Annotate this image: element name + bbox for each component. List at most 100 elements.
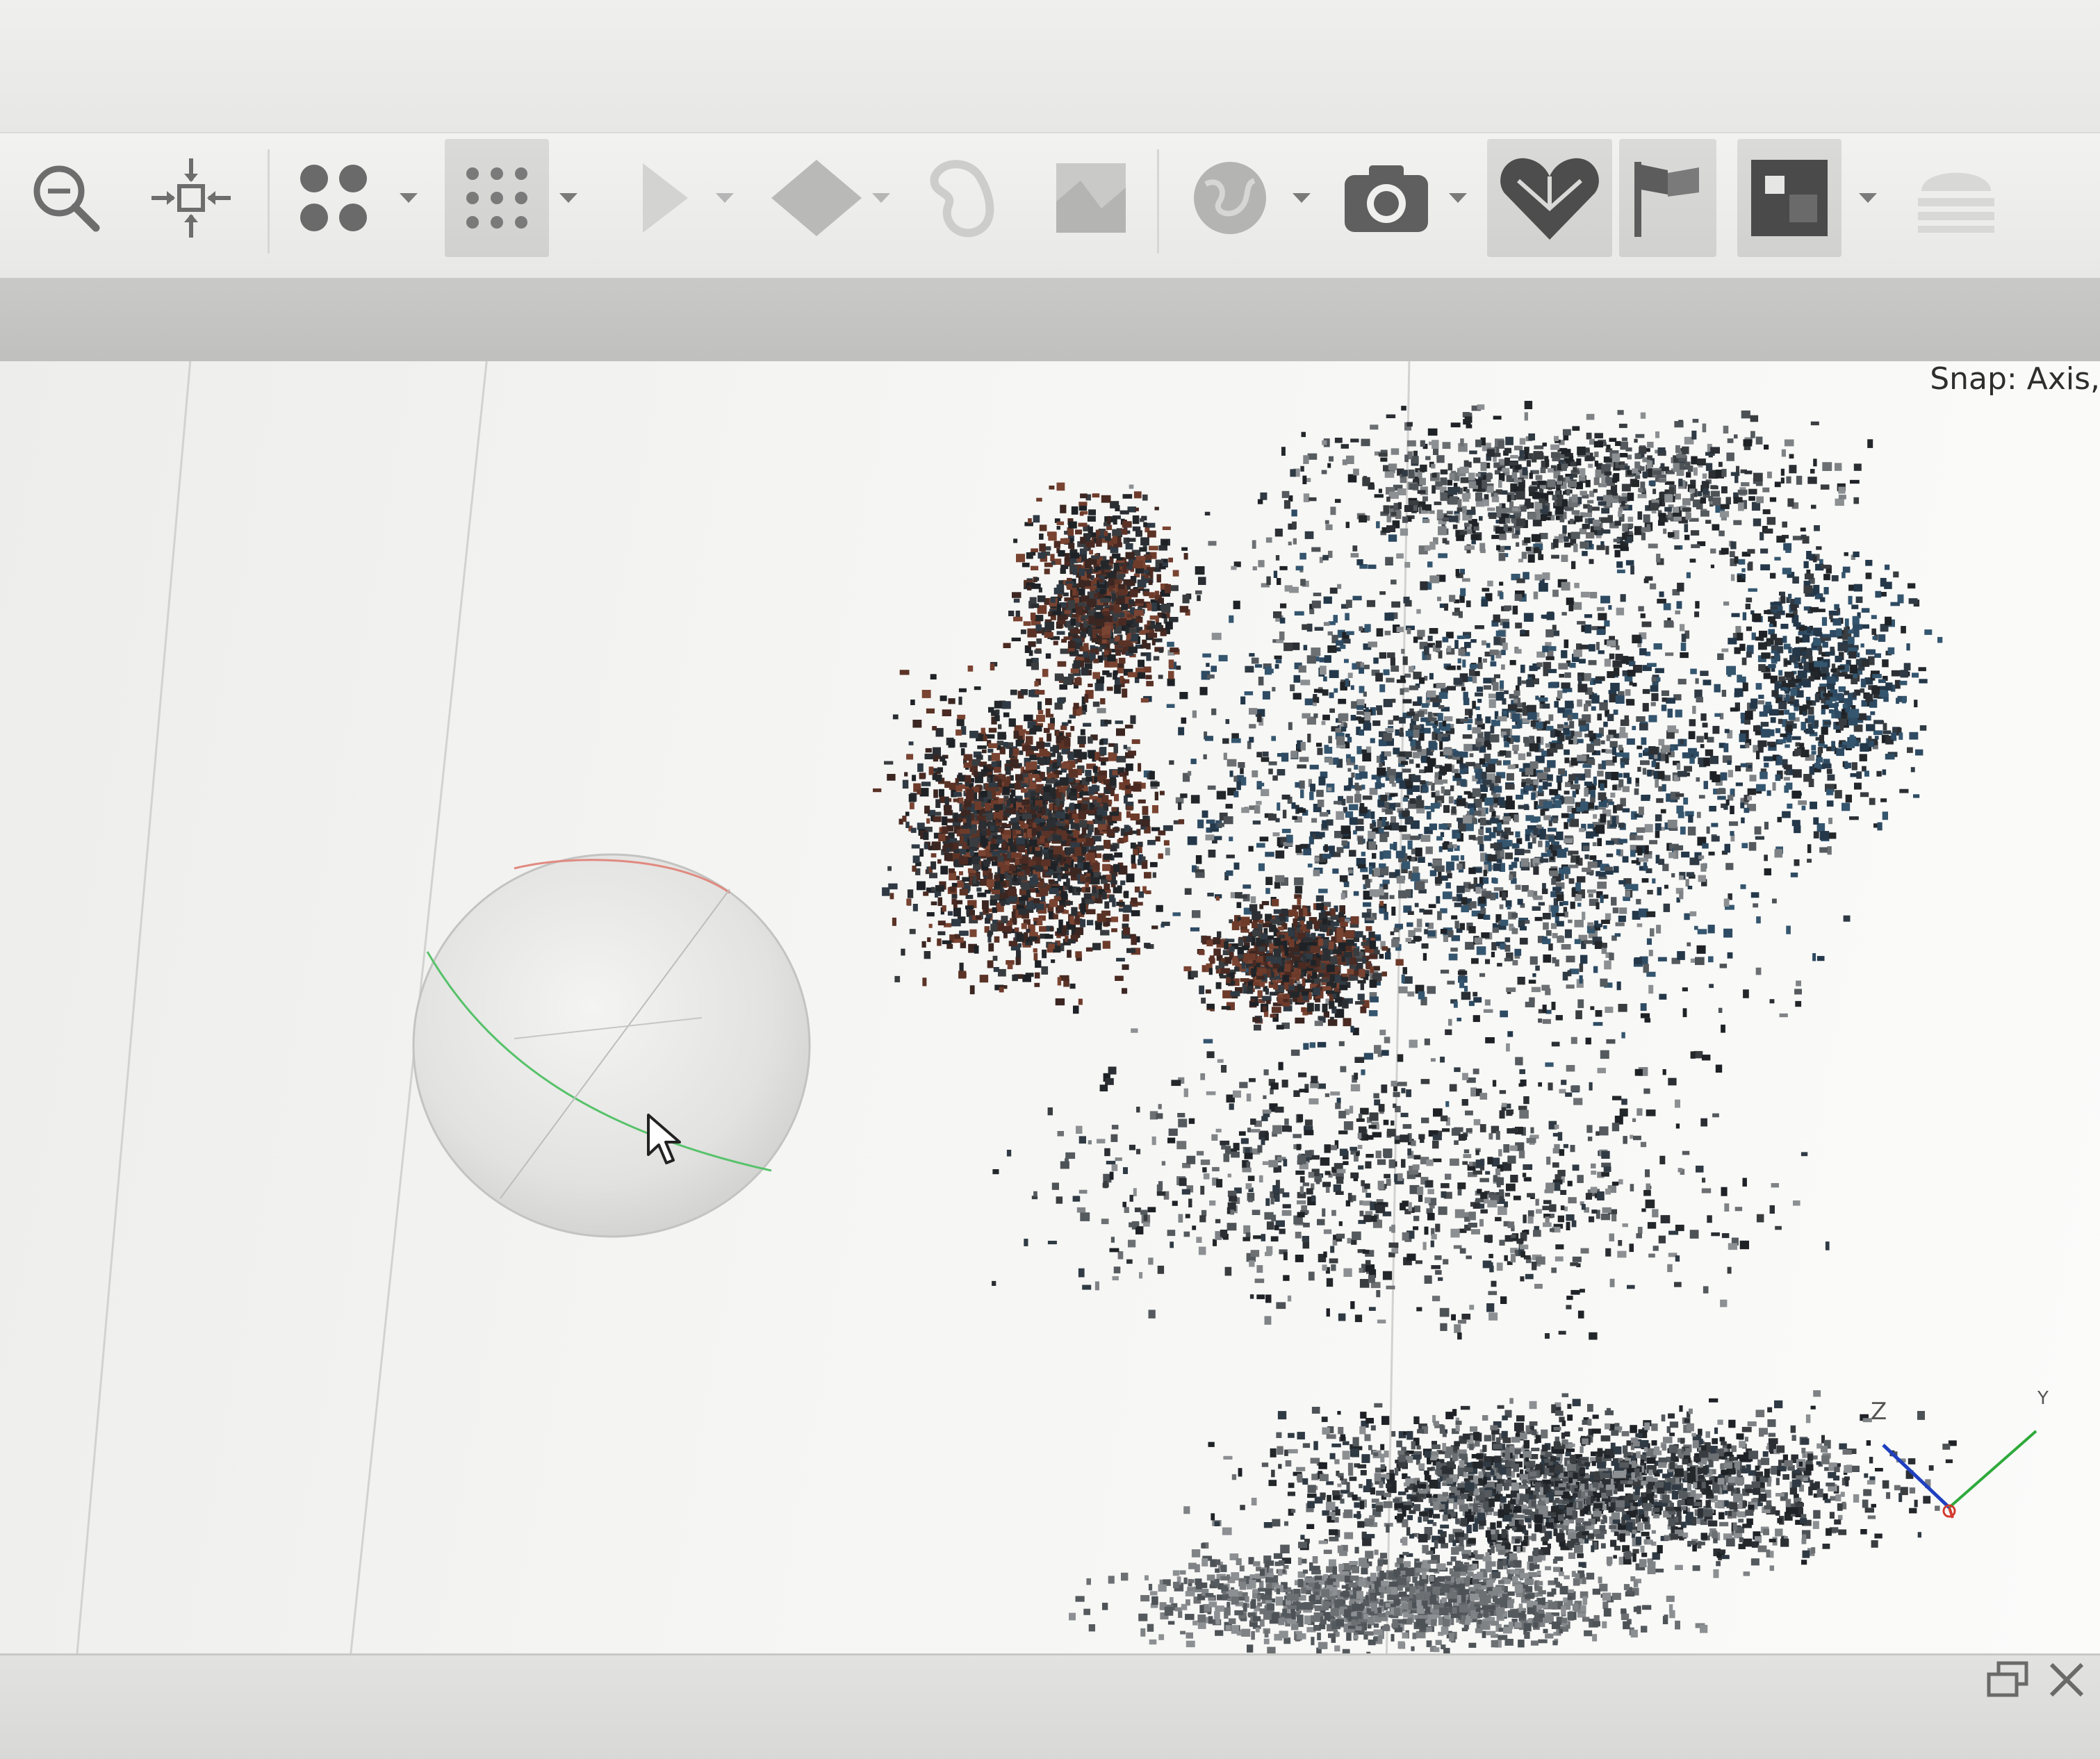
cloud-point <box>959 836 965 845</box>
cloud-point <box>1313 869 1320 877</box>
cloud-point <box>1420 755 1428 763</box>
cloud-point <box>1584 854 1589 859</box>
cloud-point <box>1475 886 1482 894</box>
cloud-point <box>1037 701 1042 711</box>
cloud-point <box>1461 686 1466 691</box>
cloud-point <box>1547 668 1557 673</box>
cloud-point <box>1233 862 1240 870</box>
cloud-point <box>1533 591 1539 600</box>
cloud-point <box>978 850 986 857</box>
cloud-point <box>1434 877 1443 884</box>
cloud-point <box>942 760 947 766</box>
cloud-point <box>1361 749 1367 754</box>
cloud-point <box>1511 713 1520 722</box>
cloud-point <box>1675 610 1680 615</box>
cloud-point <box>1130 842 1136 849</box>
cloud-point <box>951 893 958 899</box>
cloud-point <box>1696 945 1706 954</box>
cloud-point <box>1513 698 1518 703</box>
cloud-point <box>1794 825 1801 834</box>
cloud-point <box>1547 849 1551 857</box>
cloud-point <box>1108 752 1117 761</box>
cloud-point <box>1375 782 1381 789</box>
cloud-point <box>1256 713 1262 722</box>
cloud-point <box>1336 640 1344 646</box>
cloud-point <box>1490 843 1497 849</box>
cloud-point <box>1158 830 1166 836</box>
cloud-point <box>1577 738 1584 743</box>
cloud-point <box>1129 588 1138 597</box>
cloud-point <box>1017 798 1022 802</box>
cloud-point <box>1604 866 1613 871</box>
cloud-point <box>1057 977 1062 986</box>
cloud-point <box>1471 958 1479 964</box>
cloud-point <box>1369 889 1379 897</box>
cloud-point <box>1436 895 1441 904</box>
cloud-point <box>1151 805 1158 814</box>
cloud-point <box>1147 840 1156 845</box>
cloud-point <box>1566 955 1575 963</box>
cloud-point <box>1543 801 1552 809</box>
cloud-point <box>1734 765 1741 772</box>
cloud-point <box>1448 953 1458 961</box>
cloud-point <box>1700 863 1707 872</box>
cloud-point <box>1140 697 1149 703</box>
cloud-point <box>985 802 991 811</box>
cloud-point <box>1355 825 1364 832</box>
cloud-point <box>1683 798 1689 805</box>
cloud-point <box>1418 991 1425 1000</box>
cloud-point <box>1641 878 1649 883</box>
cloud-point <box>1606 735 1611 741</box>
cloud-point <box>1588 660 1597 666</box>
cloud-point <box>1292 642 1300 650</box>
cloud-point <box>1438 553 1447 559</box>
cloud-point <box>1630 845 1636 850</box>
cloud-point <box>1024 714 1033 722</box>
cloud-point <box>990 923 998 932</box>
cloud-point <box>1464 634 1470 639</box>
cloud-point <box>1365 879 1370 889</box>
cloud-point <box>1680 643 1687 652</box>
cloud-point <box>1514 594 1523 601</box>
cloud-point <box>1616 607 1625 616</box>
cloud-point <box>1429 628 1438 634</box>
cloud-point <box>921 690 931 698</box>
cloud-point <box>995 709 1000 715</box>
cloud-point <box>1340 893 1345 900</box>
cloud-point <box>1190 795 1200 804</box>
cloud-point <box>1561 944 1571 950</box>
cloud-point <box>917 763 924 773</box>
cloud-point <box>1229 836 1233 841</box>
cloud-point <box>1300 741 1306 751</box>
cloud-point <box>1001 882 1006 887</box>
cloud-point <box>1192 910 1201 918</box>
cloud-point <box>1723 601 1730 606</box>
cloud-point <box>1480 908 1486 914</box>
cloud-point <box>1730 805 1734 814</box>
cloud-point <box>1757 700 1764 704</box>
cloud-point <box>1504 957 1511 961</box>
cloud-point <box>1125 793 1133 798</box>
cloud-point <box>1437 911 1442 920</box>
cloud-point <box>1294 877 1304 886</box>
cloud-point <box>1161 921 1170 926</box>
cloud-point <box>1531 792 1536 800</box>
cloud-point <box>1527 890 1534 897</box>
cloud-point <box>1656 925 1662 934</box>
cloud-point <box>1570 901 1575 909</box>
cloud-point <box>1144 872 1151 879</box>
cloud-point <box>1627 670 1636 677</box>
cloud-point <box>1688 815 1693 823</box>
cloud-point <box>1205 834 1215 841</box>
cloud-point <box>1602 943 1607 948</box>
cloud-point <box>1495 692 1504 701</box>
cloud-point <box>1703 679 1712 686</box>
cloud-point <box>1610 682 1620 691</box>
cloud-point <box>1612 756 1617 763</box>
cloud-point <box>1044 834 1049 839</box>
cloud-point <box>923 832 929 841</box>
cloud-point <box>1042 668 1049 677</box>
cloud-point <box>1512 843 1520 848</box>
cloud-point <box>1241 807 1249 814</box>
cloud-point <box>1396 679 1406 684</box>
